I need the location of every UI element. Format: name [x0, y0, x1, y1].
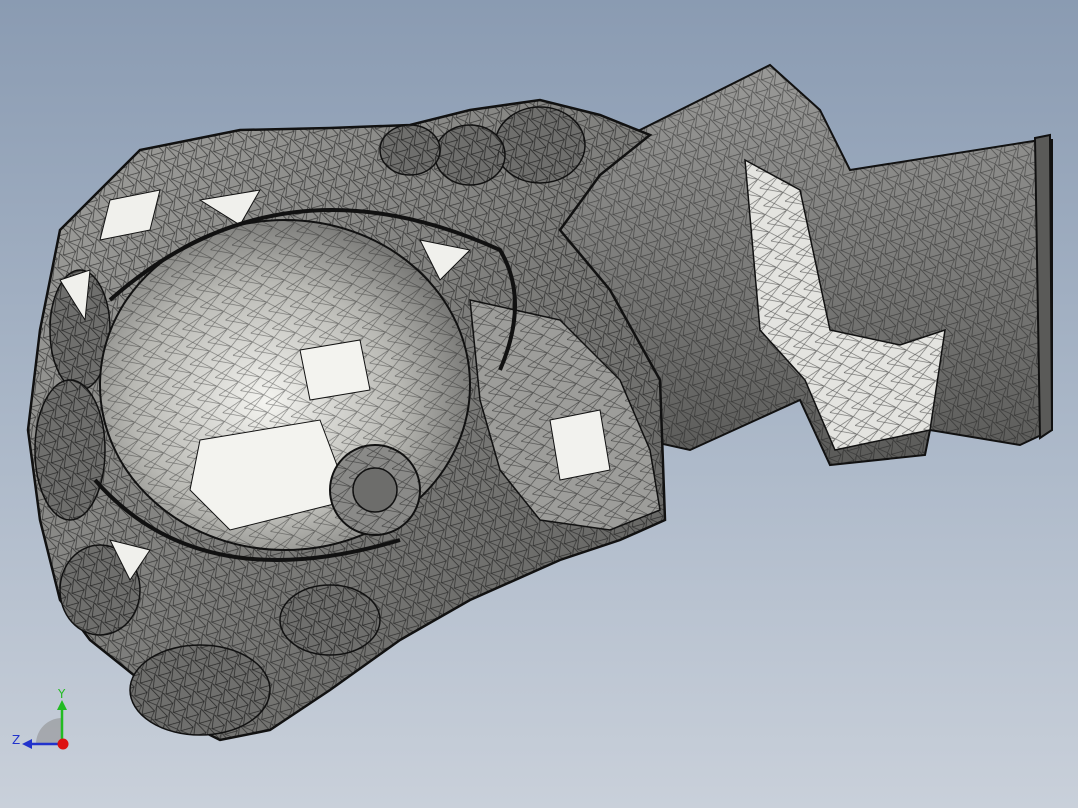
x-axis-dot [57, 738, 69, 750]
head-section [26, 98, 667, 742]
y-axis-label: Y [57, 687, 66, 701]
y-axis-arrow [57, 700, 67, 710]
axis-triad: Y Z [10, 686, 80, 756]
mesh-model[interactable] [0, 0, 1078, 808]
z-axis-label: Z [12, 733, 20, 747]
3d-viewport[interactable]: Y Z [0, 0, 1078, 808]
z-axis-arrow [22, 739, 32, 749]
triad-quadrant [36, 718, 62, 744]
